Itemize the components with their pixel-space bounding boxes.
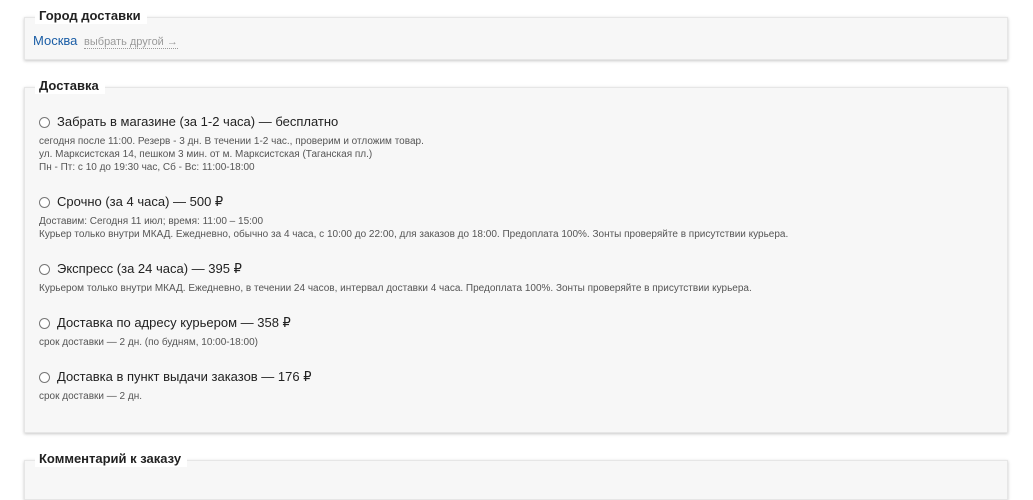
city-panel-title: Город доставки	[35, 8, 147, 24]
radio-urgent[interactable]	[39, 196, 50, 208]
delivery-option-pickup[interactable]: Забрать в магазине (за 1-2 часа) — беспл…	[39, 114, 997, 174]
option-description: Курьером только внутри МКАД. Ежедневно, …	[39, 282, 997, 295]
description-line: Курьер только внутри МКАД. Ежедневно, об…	[39, 229, 789, 240]
city-row: Москва выбрать другой →	[33, 33, 178, 50]
radio-courier[interactable]	[39, 317, 50, 329]
description-line: сегодня после 11:00. Резерв - 3 дн. В те…	[39, 136, 424, 147]
option-label: Срочно (за 4 часа) — 500 ₽	[57, 194, 224, 209]
option-description: сегодня после 11:00. Резерв - 3 дн. В те…	[39, 135, 997, 174]
description-line: Пн - Пт: с 10 до 19:30 час, Сб - Вс: 11:…	[39, 162, 255, 173]
comment-panel: Комментарий к заказу	[24, 451, 1008, 500]
description-line: срок доставки — 2 дн. (по будням, 10:00-…	[39, 337, 258, 348]
option-description: Доставим: Сегодня 11 июл; время: 11:00 –…	[39, 215, 997, 241]
option-label: Доставка по адресу курьером — 358 ₽	[57, 315, 291, 330]
option-label: Экспресс (за 24 часа) — 395 ₽	[57, 261, 242, 276]
city-panel: Город доставки Москва выбрать другой →	[24, 8, 1008, 60]
radio-pickup-point[interactable]	[39, 371, 50, 383]
description-line: Доставим: Сегодня 11 июл; время: 11:00 –…	[39, 216, 264, 227]
description-line: ул. Марксистская 14, пешком 3 мин. от м.…	[39, 149, 373, 160]
description-line: срок доставки — 2 дн.	[39, 391, 143, 402]
radio-express[interactable]	[39, 263, 50, 275]
option-description: срок доставки — 2 дн.	[39, 390, 997, 403]
description-line: Курьером только внутри МКАД. Ежедневно, …	[39, 283, 752, 294]
delivery-panel: Доставка Забрать в магазине (за 1-2 часа…	[24, 78, 1008, 433]
choose-other-city-link[interactable]: выбрать другой →	[84, 36, 178, 49]
comment-panel-title: Комментарий к заказу	[35, 451, 188, 467]
delivery-option-express[interactable]: Экспресс (за 24 часа) — 395 ₽ Курьером т…	[39, 261, 997, 295]
option-label: Доставка в пункт выдачи заказов — 176 ₽	[57, 369, 312, 384]
delivery-panel-title: Доставка	[35, 78, 105, 94]
delivery-option-pickup-point[interactable]: Доставка в пункт выдачи заказов — 176 ₽ …	[39, 369, 997, 403]
delivery-option-courier[interactable]: Доставка по адресу курьером — 358 ₽ срок…	[39, 315, 997, 349]
option-description: срок доставки — 2 дн. (по будням, 10:00-…	[39, 336, 997, 349]
radio-pickup[interactable]	[39, 116, 50, 128]
delivery-option-urgent[interactable]: Срочно (за 4 часа) — 500 ₽ Доставим: Сег…	[39, 194, 997, 241]
option-label: Забрать в магазине (за 1-2 часа) — беспл…	[57, 114, 339, 129]
city-link[interactable]: Москва	[33, 33, 77, 48]
